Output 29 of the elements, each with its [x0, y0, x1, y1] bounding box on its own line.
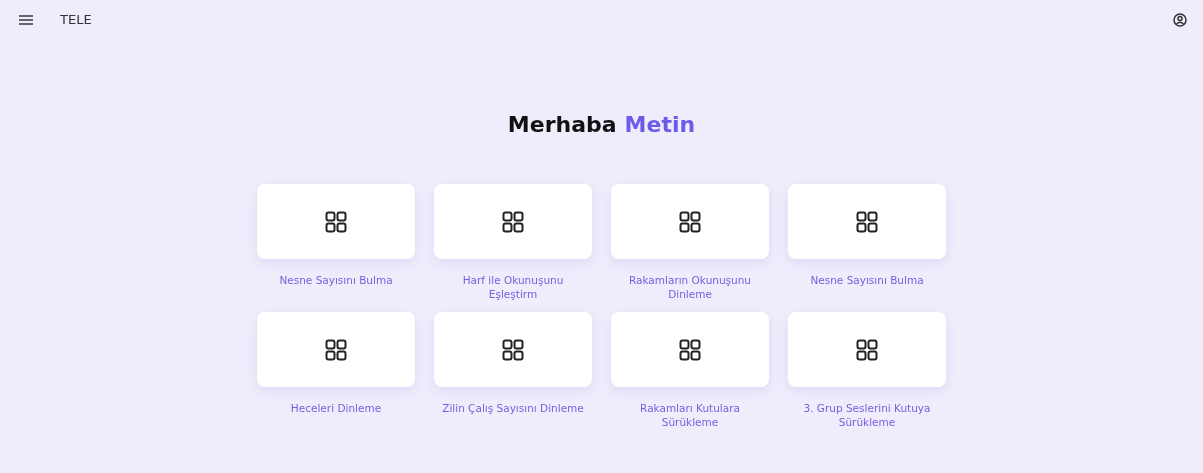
- user-name: Metin: [624, 111, 696, 139]
- grid-icon: [502, 338, 524, 361]
- grid-icon: [856, 338, 878, 361]
- grid-icon: [325, 210, 347, 233]
- activity-label: Heceleri Dinleme: [289, 401, 383, 415]
- grid-icon: [502, 210, 524, 233]
- activity-card[interactable]: [434, 184, 592, 259]
- grid-icon: [325, 338, 347, 361]
- account-button[interactable]: [1173, 13, 1187, 27]
- grid-icon: [679, 210, 701, 233]
- activity-label: 3. Grup Seslerini Kutuya Sürükleme: [802, 401, 932, 429]
- app-title: TELE: [60, 11, 92, 30]
- greeting-text: Merhaba: [507, 111, 617, 139]
- activity-label: Rakamların Okunuşunu Dinleme: [627, 273, 753, 301]
- activity-card[interactable]: [257, 312, 415, 387]
- activity-label: Nesne Sayısını Bulma: [809, 273, 925, 287]
- activity-card[interactable]: [611, 312, 769, 387]
- activity-label: Rakamları Kutulara Sürükleme: [639, 401, 741, 429]
- menu-button[interactable]: [16, 12, 36, 28]
- activity-card[interactable]: [257, 184, 415, 259]
- grid-icon: [679, 338, 701, 361]
- grid-icon: [856, 210, 878, 233]
- activity-card[interactable]: [434, 312, 592, 387]
- activity-card[interactable]: [788, 184, 946, 259]
- activity-card[interactable]: [788, 312, 946, 387]
- activity-label: Harf ile Okunuşunu Eşleştirm: [461, 273, 565, 301]
- activity-card[interactable]: [611, 184, 769, 259]
- activity-label: Zilin Çalış Sayısını Dinleme: [441, 401, 585, 415]
- activity-label: Nesne Sayısını Bulma: [278, 273, 394, 287]
